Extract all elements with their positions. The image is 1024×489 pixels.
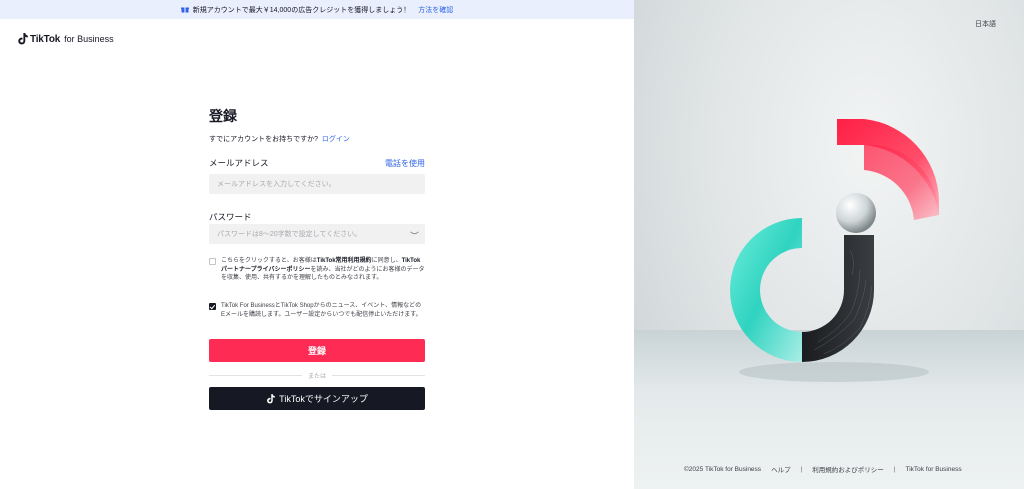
marketing-checkbox[interactable] xyxy=(209,303,216,310)
email-field-header: メールアドレス 電話を使用 xyxy=(209,157,425,169)
footer-brand-link[interactable]: TikTok for Business xyxy=(905,466,961,473)
promo-banner: 新規アカウントで最大￥14,000の広告クレジットを獲得しましょう！ 方法を確認 xyxy=(0,0,634,19)
eye-closed-icon[interactable] xyxy=(410,231,419,236)
footer-separator: | xyxy=(800,465,803,473)
tiktok-note-icon xyxy=(267,393,276,403)
email-label: メールアドレス xyxy=(209,158,269,168)
language-selector[interactable]: 日本語 xyxy=(975,19,996,29)
divider-line-left xyxy=(209,374,302,376)
logo-brand: TikTok xyxy=(30,33,61,45)
consent-text: こちらをクリックすると、お客様はTikTok常用利用規約に同意し、TikTokパ… xyxy=(221,257,425,283)
marketing-row: TikTok For BusinessとTikTok Shopからのニュース、イ… xyxy=(209,302,425,319)
footer-terms-link[interactable]: 利用規約およびポリシー xyxy=(812,464,884,474)
terms-link[interactable]: TikTok常用利用規約 xyxy=(317,258,372,264)
password-label: パスワード xyxy=(209,212,252,222)
or-text: または xyxy=(308,373,327,380)
consent-pre: こちらをクリックすると、お客様は xyxy=(221,258,317,264)
footer-help-link[interactable]: ヘルプ xyxy=(771,464,791,474)
tiktok-signup-label: TikTokでサインアップ xyxy=(279,394,368,404)
marketing-text: TikTok For BusinessとTikTok Shopからのニュース、イ… xyxy=(221,303,422,318)
use-phone-link[interactable]: 電話を使用 xyxy=(385,158,425,169)
consent-row: こちらをクリックすると、お客様はTikTok常用利用規約に同意し、TikTokパ… xyxy=(209,257,425,283)
page-title: 登録 xyxy=(209,108,237,124)
email-field[interactable]: メールアドレスを入力してください。 xyxy=(209,174,425,194)
footer: ©2025 TikTok for Business ヘルプ | 利用規約およびポ… xyxy=(684,464,962,475)
left-panel: 新規アカウントで最大￥14,000の広告クレジットを獲得しましょう！ 方法を確認… xyxy=(0,0,634,489)
or-divider: または xyxy=(209,370,426,380)
password-field[interactable]: パスワードは8～20字数で設定してください。 xyxy=(209,224,425,244)
password-field-header: パスワード xyxy=(209,207,252,225)
tiktok-note-icon xyxy=(18,33,28,45)
login-prompt: すでにアカウントをお持ちですか? ログイン xyxy=(209,134,425,144)
register-button[interactable]: 登録 xyxy=(209,339,425,362)
footer-separator: | xyxy=(893,465,896,473)
gift-icon xyxy=(180,7,189,13)
logo-suffix: for Business xyxy=(64,34,114,44)
footer-copyright: ©2025 TikTok for Business xyxy=(684,465,762,473)
consent-mid: に同意し、 xyxy=(371,258,402,264)
password-placeholder: パスワードは8～20字数で設定してください。 xyxy=(217,231,362,238)
hero-panel: 日本語 ©2025 TikTok for Business ヘルプ | 利用規約… xyxy=(634,0,1024,489)
divider-line-right xyxy=(332,374,426,376)
tiktok-signup-button[interactable]: TikTokでサインアップ xyxy=(209,387,425,410)
consent-checkbox[interactable] xyxy=(209,258,216,265)
login-link[interactable]: ログイン xyxy=(322,136,350,143)
tiktok-business-logo[interactable]: TikTok for Business xyxy=(17,33,114,45)
email-placeholder: メールアドレスを入力してください。 xyxy=(217,181,336,188)
login-prompt-text: すでにアカウントをお持ちですか? xyxy=(209,136,318,143)
banner-link[interactable]: 方法を確認 xyxy=(418,5,453,15)
tiktok-3d-logo-art xyxy=(730,119,940,382)
signup-form: 登録 すでにアカウントをお持ちですか? ログイン メールアドレス 電話を使用 メ… xyxy=(209,106,426,410)
banner-text: 新規アカウントで最大￥14,000の広告クレジットを獲得しましょう！ xyxy=(192,6,411,14)
